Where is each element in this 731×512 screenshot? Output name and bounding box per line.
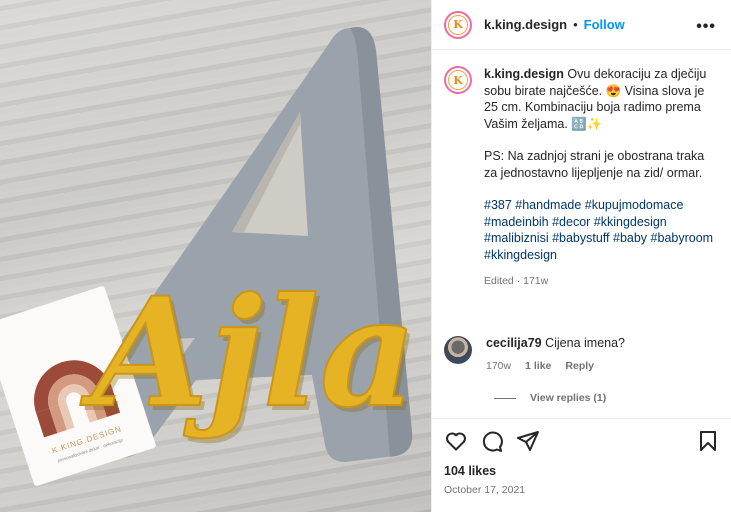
- caption-meta: Edited · 171w: [484, 275, 549, 287]
- comment-time: 170w: [486, 360, 512, 372]
- likes-count[interactable]: 104 likes: [444, 464, 496, 478]
- svg-text:Ajla: Ajla: [80, 265, 417, 441]
- share-icon[interactable]: [516, 429, 540, 453]
- more-options-icon[interactable]: •••: [696, 18, 716, 36]
- post-header: K k.king.design • Follow •••: [432, 0, 731, 50]
- separator-dot: •: [573, 17, 578, 32]
- comment-item: cecilija79 Cijena imena? 170w 1 like Rep…: [444, 336, 724, 372]
- post-photo[interactable]: K.KING.DESIGN personalizovani dekor · de…: [0, 0, 431, 512]
- comment-likes[interactable]: 1 like: [525, 360, 551, 372]
- avatar-logo: K: [448, 70, 468, 90]
- photo-illustration: K.KING.DESIGN personalizovani dekor · de…: [0, 26, 421, 486]
- post-sidebar: K k.king.design • Follow ••• K k.king.de…: [431, 0, 731, 512]
- caption-text: k.king.design Ovu dekoraciju za dječiju …: [484, 66, 714, 290]
- action-bar: [432, 418, 731, 458]
- post-date: October 17, 2021: [444, 484, 526, 496]
- profile-avatar[interactable]: K: [444, 10, 472, 39]
- bookmark-icon[interactable]: [696, 429, 720, 453]
- caption-ps: PS: Na zadnjoj strani je obostrana traka…: [484, 149, 705, 180]
- follow-button[interactable]: Follow: [584, 17, 625, 32]
- header-username[interactable]: k.king.design: [484, 17, 567, 32]
- replies-divider: [494, 397, 516, 399]
- view-replies-label[interactable]: View replies (1): [530, 392, 606, 404]
- commenter-avatar[interactable]: [444, 336, 472, 364]
- view-replies[interactable]: View replies (1): [494, 392, 606, 404]
- comment-content: cecilija79 Cijena imena? 170w 1 like Rep…: [486, 336, 625, 372]
- reply-button[interactable]: Reply: [565, 360, 594, 372]
- post-caption: K k.king.design Ovu dekoraciju za dječij…: [444, 66, 724, 290]
- comment-meta: 170w 1 like Reply: [486, 360, 625, 372]
- caption-avatar[interactable]: K: [444, 66, 472, 94]
- yellow-script-word: Ajla Ajla: [79, 264, 421, 446]
- caption-hashtags[interactable]: #387 #handmade #kupujmodomace #madeinbih…: [484, 197, 714, 263]
- comment-icon[interactable]: [480, 429, 504, 453]
- comment-text: Cijena imena?: [545, 336, 626, 350]
- avatar-logo: K: [448, 14, 468, 35]
- caption-username[interactable]: k.king.design: [484, 67, 564, 81]
- heart-icon[interactable]: [444, 429, 468, 453]
- comment-username[interactable]: cecilija79: [486, 336, 542, 350]
